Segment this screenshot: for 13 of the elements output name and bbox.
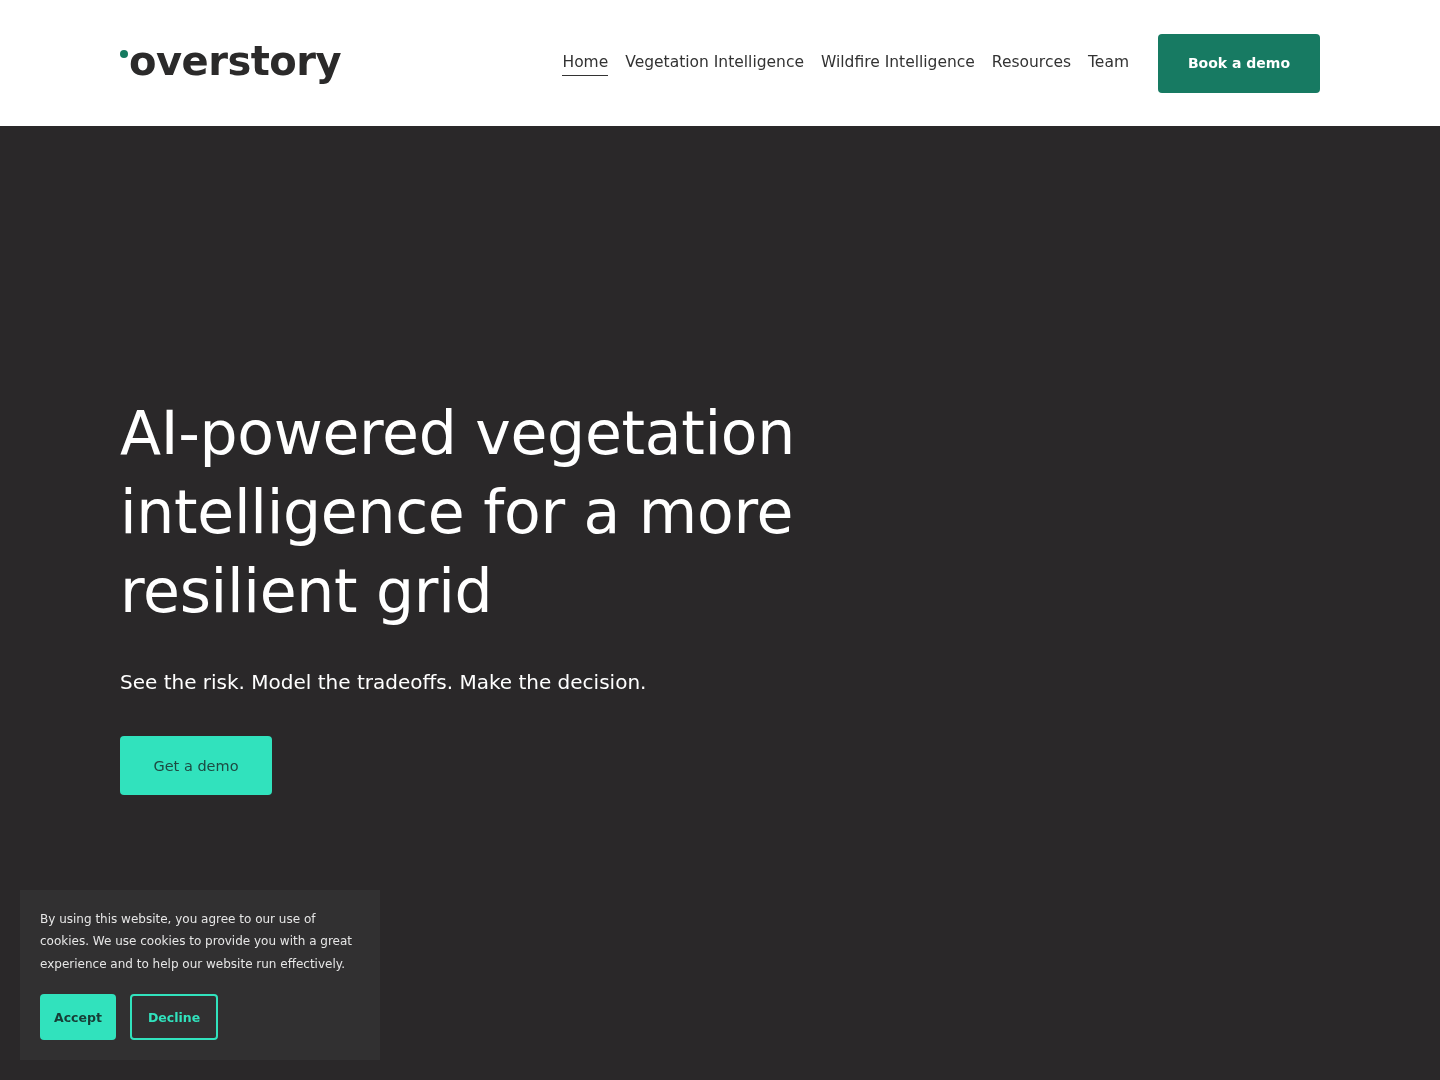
hero-heading: AI-powered vegetation intelligence for a more resilient grid (120, 397, 796, 628)
nav-link[interactable]: Wildfire Intelligence (820, 50, 975, 76)
cookie-notice-text: By using this website, you agree to our use of cookies. We use cookies to provide you with a great experience and to help our website run effectively. (40, 910, 354, 973)
decline-button[interactable]: Decline (129, 994, 219, 1040)
nav-link[interactable]: Resources (991, 50, 1072, 76)
nav-link[interactable]: Vegetation Intelligence (625, 50, 804, 76)
book-demo-button[interactable]: Book a demo (1158, 33, 1320, 93)
dot-icon (120, 50, 128, 58)
accept-button[interactable]: Accept (40, 994, 116, 1040)
get-demo-button[interactable]: Get a demo (120, 736, 272, 795)
nav-link[interactable]: Team (1088, 50, 1129, 76)
nav-link[interactable]: Home (562, 50, 609, 76)
hero-subheading: See the risk. Model the tradeoffs. Make the decision. (120, 669, 648, 696)
